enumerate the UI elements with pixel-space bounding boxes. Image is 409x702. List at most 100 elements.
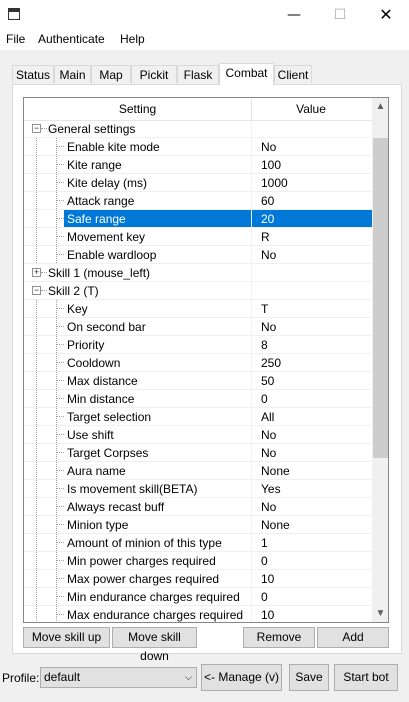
menu-help[interactable]: Help (120, 32, 145, 46)
tab-flask[interactable]: Flask (177, 65, 219, 83)
remove-button[interactable]: Remove (243, 627, 315, 648)
row-setting-cell[interactable]: Aura name (24, 462, 252, 479)
row-setting-cell[interactable]: − General settings (24, 120, 252, 137)
grid-row[interactable]: Aura name None (24, 462, 372, 480)
grid-row[interactable]: Min power charges required 0 (24, 552, 372, 570)
row-value-cell[interactable]: 1 (252, 534, 374, 551)
row-setting-cell[interactable]: Minion type (24, 516, 252, 533)
row-setting-cell[interactable]: Is movement skill(BETA) (24, 480, 252, 497)
row-setting-cell[interactable]: Max endurance charges required (24, 606, 252, 622)
row-value-cell[interactable]: 10 (252, 570, 374, 587)
grid-row[interactable]: Minion type None (24, 516, 372, 534)
grid-group-row[interactable]: − Skill 2 (T) (24, 282, 372, 300)
row-setting-cell[interactable]: Min distance (24, 390, 252, 407)
move-skill-up-button[interactable]: Move skill up (23, 627, 110, 648)
scroll-down-icon[interactable]: ▼ (372, 605, 388, 622)
row-value-cell[interactable]: No (252, 426, 374, 443)
grid-row[interactable]: Amount of minion of this type 1 (24, 534, 372, 552)
grid-row[interactable]: Safe range 20 (24, 210, 374, 228)
vertical-scrollbar[interactable]: ▲ ▼ (372, 98, 388, 622)
row-setting-cell[interactable]: Enable kite mode (24, 138, 252, 155)
grid-row[interactable]: Kite delay (ms) 1000 (24, 174, 372, 192)
maximize-button[interactable]: ☐ (317, 0, 363, 30)
tab-map[interactable]: Map (91, 65, 131, 83)
row-value-cell[interactable] (252, 282, 374, 299)
row-value-cell[interactable]: No (252, 444, 374, 461)
grid-row[interactable]: Priority 8 (24, 336, 372, 354)
row-value-cell[interactable]: 0 (252, 552, 374, 569)
add-button[interactable]: Add (317, 627, 389, 648)
row-setting-cell[interactable]: On second bar (24, 318, 252, 335)
row-setting-cell[interactable]: + Skill 1 (mouse_left) (24, 264, 252, 281)
row-setting-cell[interactable]: Amount of minion of this type (24, 534, 252, 551)
tab-main[interactable]: Main (54, 65, 91, 83)
row-value-cell[interactable]: 0 (252, 588, 374, 605)
row-value-cell[interactable]: T (252, 300, 374, 317)
row-setting-cell[interactable]: Min endurance charges required (24, 588, 252, 605)
collapse-icon[interactable]: − (32, 124, 41, 133)
row-value-cell[interactable]: 60 (252, 192, 374, 209)
close-button[interactable]: ✕ (363, 0, 409, 30)
grid-row[interactable]: Always recast buff No (24, 498, 372, 516)
row-setting-cell[interactable]: Kite delay (ms) (24, 174, 252, 191)
grid-row[interactable]: Is movement skill(BETA) Yes (24, 480, 372, 498)
menu-file[interactable]: File (6, 32, 25, 46)
row-setting-cell[interactable]: Target selection (24, 408, 252, 425)
row-value-cell[interactable]: 1000 (252, 174, 374, 191)
grid-row[interactable]: Cooldown 250 (24, 354, 372, 372)
grid-group-row[interactable]: + Skill 1 (mouse_left) (24, 264, 372, 282)
row-value-cell[interactable]: Yes (252, 480, 374, 497)
row-value-cell[interactable] (252, 264, 374, 281)
move-skill-down-button[interactable]: Move skill down (112, 627, 197, 663)
minimize-button[interactable]: — (271, 0, 317, 30)
row-setting-cell[interactable]: Target Corpses (24, 444, 252, 461)
grid-row[interactable]: Kite range 100 (24, 156, 372, 174)
row-value-cell[interactable]: No (252, 498, 374, 515)
grid-row[interactable]: Max distance 50 (24, 372, 372, 390)
grid-row[interactable]: Key T (24, 300, 372, 318)
row-setting-cell[interactable]: Use shift (24, 426, 252, 443)
collapse-icon[interactable]: − (32, 286, 41, 295)
header-value[interactable]: Value (252, 98, 370, 120)
row-setting-cell[interactable]: Enable wardloop (24, 246, 252, 263)
row-setting-cell[interactable]: Kite range (24, 156, 252, 173)
row-setting-cell[interactable]: Movement key (24, 228, 252, 245)
grid-row[interactable]: Use shift No (24, 426, 372, 444)
grid-row[interactable]: On second bar No (24, 318, 372, 336)
settings-grid[interactable]: Setting Value − General settings Enable ki… (23, 97, 389, 623)
grid-row[interactable]: Min distance 0 (24, 390, 372, 408)
grid-row[interactable]: Movement key R (24, 228, 372, 246)
row-value-cell[interactable]: 0 (252, 390, 374, 407)
start-bot-button[interactable]: Start bot (334, 664, 398, 691)
row-value-cell[interactable]: 100 (252, 156, 374, 173)
row-value-cell[interactable]: None (252, 516, 374, 533)
row-value-cell[interactable]: No (252, 246, 374, 263)
row-value-cell[interactable]: 20 (252, 210, 374, 227)
row-setting-cell[interactable]: Key (24, 300, 252, 317)
expand-icon[interactable]: + (32, 268, 41, 277)
tab-combat[interactable]: Combat (219, 63, 274, 85)
row-setting-cell[interactable]: Safe range (24, 210, 252, 227)
save-button[interactable]: Save (289, 664, 329, 691)
grid-row[interactable]: Target selection All (24, 408, 372, 426)
row-setting-cell[interactable]: Max power charges required (24, 570, 252, 587)
row-setting-cell[interactable]: Always recast buff (24, 498, 252, 515)
grid-row[interactable]: Attack range 60 (24, 192, 372, 210)
row-value-cell[interactable]: None (252, 462, 374, 479)
tab-pickit[interactable]: Pickit (131, 65, 177, 83)
row-setting-cell[interactable]: − Skill 2 (T) (24, 282, 252, 299)
row-value-cell[interactable] (252, 120, 374, 137)
row-value-cell[interactable]: No (252, 138, 374, 155)
grid-row[interactable]: Enable kite mode No (24, 138, 372, 156)
tab-status[interactable]: Status (12, 65, 54, 83)
grid-row[interactable]: Enable wardloop No (24, 246, 372, 264)
scroll-up-icon[interactable]: ▲ (372, 98, 388, 115)
row-value-cell[interactable]: R (252, 228, 374, 245)
row-setting-cell[interactable]: Max distance (24, 372, 252, 389)
row-value-cell[interactable]: No (252, 318, 374, 335)
row-setting-cell[interactable]: Min power charges required (24, 552, 252, 569)
manage-button[interactable]: <- Manage (v) (201, 664, 282, 691)
grid-row[interactable]: Target Corpses No (24, 444, 372, 462)
row-value-cell[interactable]: 250 (252, 354, 374, 371)
grid-group-row[interactable]: − General settings (24, 120, 372, 138)
